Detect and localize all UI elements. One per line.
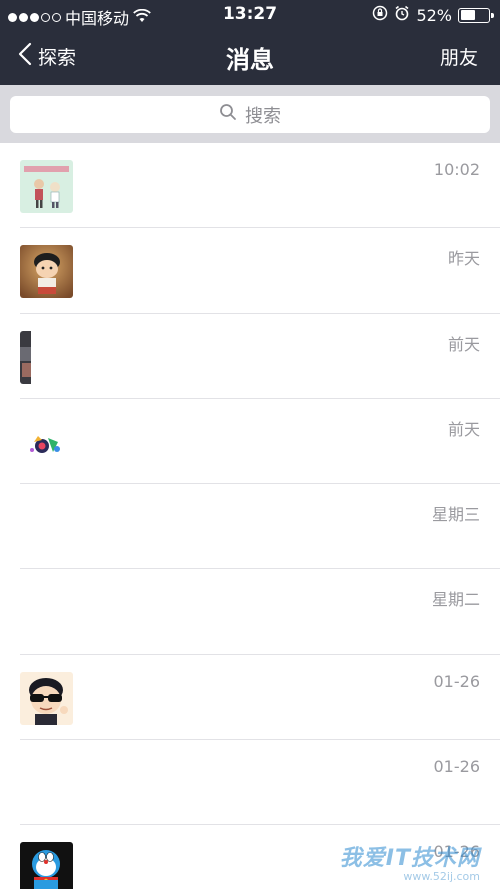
- colorful-logo-avatar: [20, 415, 73, 469]
- message-time: 前天: [447, 334, 480, 354]
- rotation-lock-icon: [372, 5, 388, 25]
- search-placeholder: 搜索: [245, 105, 281, 127]
- back-button[interactable]: 探索: [18, 42, 76, 71]
- chevron-left-icon: [18, 42, 32, 71]
- watermark: 我爱IT技术网 www.52ij.com: [340, 840, 480, 883]
- search-icon: [219, 103, 237, 126]
- list-item[interactable]: 10:02: [0, 143, 500, 229]
- top-header: 中国移动 13:27 52% 探索 消息 朋友: [0, 0, 500, 85]
- doraemon-avatar: [20, 842, 73, 889]
- list-item[interactable]: 01-26: [0, 655, 500, 741]
- dark-photo-avatar: [20, 330, 73, 384]
- message-time: 前天: [447, 419, 480, 439]
- nav-bar: 探索 消息 朋友: [0, 30, 500, 85]
- list-item[interactable]: 01-26: [0, 740, 500, 826]
- message-list: 10:02 昨天 前天 前天 星期三 星期二 01-26 01-26 01-26: [0, 143, 500, 889]
- list-item[interactable]: 星期二: [0, 569, 500, 656]
- message-time: 昨天: [447, 249, 480, 269]
- watermark-url: www.52ij.com: [403, 870, 480, 883]
- battery-percent: 52%: [416, 5, 452, 25]
- message-time: 01-26: [433, 671, 481, 691]
- cartoon-boy-avatar: [20, 245, 73, 299]
- back-label: 探索: [38, 47, 77, 69]
- message-time: 星期三: [431, 505, 480, 525]
- alarm-icon: [394, 5, 410, 25]
- battery-icon: [458, 7, 494, 23]
- comic-couple-avatar: [20, 160, 73, 213]
- message-time: 01-26: [433, 757, 481, 777]
- list-item[interactable]: 前天: [0, 314, 500, 400]
- message-time: 星期二: [431, 590, 480, 610]
- status-bar: 中国移动 13:27 52%: [0, 0, 500, 30]
- message-time: 10:02: [433, 160, 480, 179]
- list-item[interactable]: 昨天: [0, 228, 500, 314]
- watermark-text: 我爱IT技术网: [339, 846, 480, 871]
- status-right: 52%: [372, 5, 494, 25]
- list-item[interactable]: 前天: [0, 399, 500, 485]
- list-item[interactable]: 星期三: [0, 484, 500, 570]
- sunglasses-cartoon-avatar: [20, 671, 73, 725]
- search-area: 搜索: [0, 85, 500, 143]
- search-input[interactable]: 搜索: [10, 96, 490, 133]
- friends-button[interactable]: 朋友: [440, 43, 478, 70]
